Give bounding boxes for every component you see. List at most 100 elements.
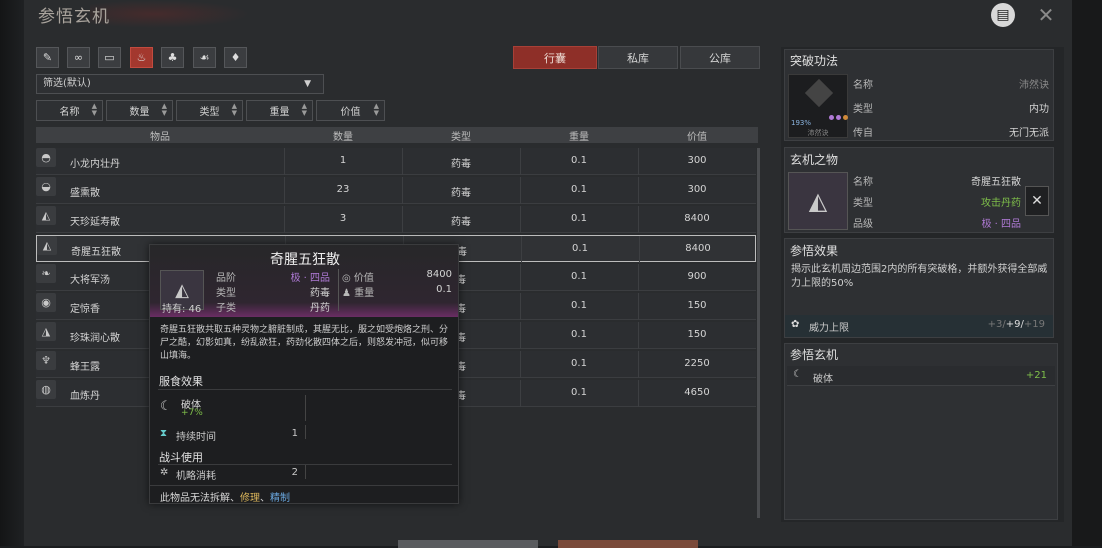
item-value: 900 (687, 271, 707, 282)
item-value: 2250 (684, 358, 710, 369)
item-weight: 0.1 (571, 358, 587, 369)
footer-refine: 精制 (270, 493, 290, 504)
footer-repair: 修理 (240, 493, 260, 504)
category-needle-icon[interactable]: ✎ (36, 47, 59, 68)
table-row[interactable]: ◓ 小龙内壮丹 1 药毒 0.1 300 (36, 148, 756, 175)
sort-qty-button[interactable]: 数量 ▲ ▼ (106, 100, 173, 121)
skill-card[interactable]: 193% 沛然诀 (788, 74, 848, 138)
grade-value: 极 · 四品 (290, 273, 330, 284)
bt-type-value: 内功 (1029, 104, 1049, 115)
sort-name-label: 名称 (59, 107, 80, 118)
cost-label: 机略消耗 (176, 471, 216, 482)
tab-private-storage[interactable]: 私库 (598, 46, 678, 69)
bt-type-label: 类型 (853, 104, 873, 115)
footer-text: 此物品无法拆解、 (160, 493, 240, 504)
table-header: 物品 数量 类型 重量 价值 (36, 127, 758, 143)
dot-icon (836, 115, 841, 120)
footer-sep: 、 (260, 493, 270, 504)
item-icon: ◒ (36, 177, 56, 196)
sort-qty-label: 数量 (129, 107, 150, 118)
hourglass-icon: ⧗ (160, 428, 168, 439)
divider (158, 389, 452, 390)
sort-arrows-icon: ▲ ▼ (301, 102, 307, 117)
col-qty: 数量 (333, 132, 353, 143)
category-ring-icon[interactable]: ∞ (67, 47, 90, 68)
col-weight: 重量 (569, 132, 589, 143)
item-name: 定惊香 (70, 304, 100, 315)
tab-bag[interactable]: 行囊 (513, 46, 597, 69)
remove-item-icon[interactable]: ✕ (1025, 186, 1049, 216)
item-type-value: 攻击丹药 (981, 198, 1021, 209)
weight-value: 0.1 (436, 284, 452, 295)
item-name: 天珍延寿散 (70, 217, 120, 228)
scrollbar[interactable] (757, 148, 760, 518)
divider (338, 269, 339, 311)
divider (305, 395, 306, 421)
sort-weight-button[interactable]: 重量 ▲ ▼ (246, 100, 313, 121)
sub-label: 子类 (216, 303, 236, 314)
item-value: 300 (687, 155, 707, 166)
divider (305, 465, 306, 479)
price-label: ◎ 价值 (342, 273, 374, 284)
sort-type-label: 类型 (199, 107, 220, 118)
item-icon: ◓ (36, 148, 56, 167)
type-label: 类型 (216, 288, 236, 299)
item-type: 药毒 (451, 159, 471, 170)
category-leaf-icon[interactable]: ☙ (193, 47, 216, 68)
item-icon: ◉ (36, 293, 56, 312)
power-limit-row: ✿ 威力上限 +3/+9/+19 (785, 315, 1053, 337)
col-item: 物品 (150, 132, 170, 143)
item-weight: 0.1 (572, 243, 588, 254)
item-icon: ◭ (37, 236, 57, 255)
bt-name-value: 沛然诀 (1019, 80, 1049, 91)
item-qty: 1 (339, 155, 347, 166)
sort-name-button[interactable]: 名称 ▲ ▼ (36, 100, 103, 121)
close-icon[interactable]: ✕ (1034, 3, 1058, 27)
category-drop-icon[interactable]: ♦ (224, 47, 247, 68)
sort-arrows-icon: ▲ ▼ (231, 102, 237, 117)
break-body-icon: ☾ (793, 369, 802, 380)
item-name: 蜂王露 (70, 362, 100, 373)
dot-icon (843, 115, 848, 120)
book-icon[interactable]: ▤ (991, 3, 1015, 27)
weight-label: ♟ 重量 (342, 288, 375, 299)
tab-public-storage[interactable]: 公库 (680, 46, 760, 69)
item-weight: 0.1 (571, 329, 587, 340)
insight-effect-text: 揭示此玄机周边范围2内的所有突破格，并额外获得全部威力上限的50% (791, 264, 1048, 289)
item-qty: 3 (339, 213, 347, 224)
power-limit-label: 威力上限 (809, 323, 849, 334)
insight-effect-title: 参悟效果 (790, 244, 839, 258)
sort-weight-label: 重量 (269, 107, 290, 118)
bottom-button-right[interactable] (558, 540, 698, 548)
tooltip-header: 奇腥五狂散 ◭ 持有: 46 品阶 极 · 四品 类型 药毒 子类 丹药 ◎ 价… (150, 245, 458, 317)
item-name: 盛熏散 (70, 188, 100, 199)
item-type-label: 类型 (853, 198, 873, 209)
price-value: 8400 (426, 269, 452, 280)
item-weight: 0.1 (571, 387, 587, 398)
right-backdrop (1072, 0, 1102, 546)
item-name: 血炼丹 (70, 391, 100, 402)
title-ornament (90, 0, 250, 28)
strategy-icon: ✲ (160, 467, 169, 478)
table-row[interactable]: ◭ 天珍延寿散 3 药毒 0.1 8400 (36, 206, 756, 233)
sort-value-label: 价值 (340, 107, 361, 118)
table-row[interactable]: ◒ 盛熏散 23 药毒 0.1 300 (36, 177, 756, 204)
divider (305, 425, 306, 439)
sort-value-button[interactable]: 价值 ▲ ▼ (316, 100, 385, 121)
power-limit-value-1: +3/ (987, 319, 1006, 330)
sort-type-button[interactable]: 类型 ▲ ▼ (176, 100, 243, 121)
category-scroll-icon[interactable]: ▭ (98, 47, 121, 68)
category-pill-icon[interactable]: ♨ (130, 47, 153, 68)
eat-effect-value: +7% (181, 408, 203, 418)
item-value: 8400 (684, 213, 710, 224)
dot-icon (829, 115, 834, 120)
category-bag-icon[interactable]: ♣ (161, 47, 184, 68)
price-label-text: 价值 (353, 273, 374, 284)
eat-effect-title: 服食效果 (159, 375, 203, 388)
tooltip-title: 奇腥五狂散 (270, 252, 340, 268)
item-weight: 0.1 (571, 184, 587, 195)
filter-select[interactable]: 筛选(默认) ▼ (36, 74, 324, 94)
bottom-button-left[interactable] (398, 540, 538, 548)
item-name: 珍珠润心散 (70, 333, 120, 344)
insight-item-title: 玄机之物 (790, 153, 839, 167)
